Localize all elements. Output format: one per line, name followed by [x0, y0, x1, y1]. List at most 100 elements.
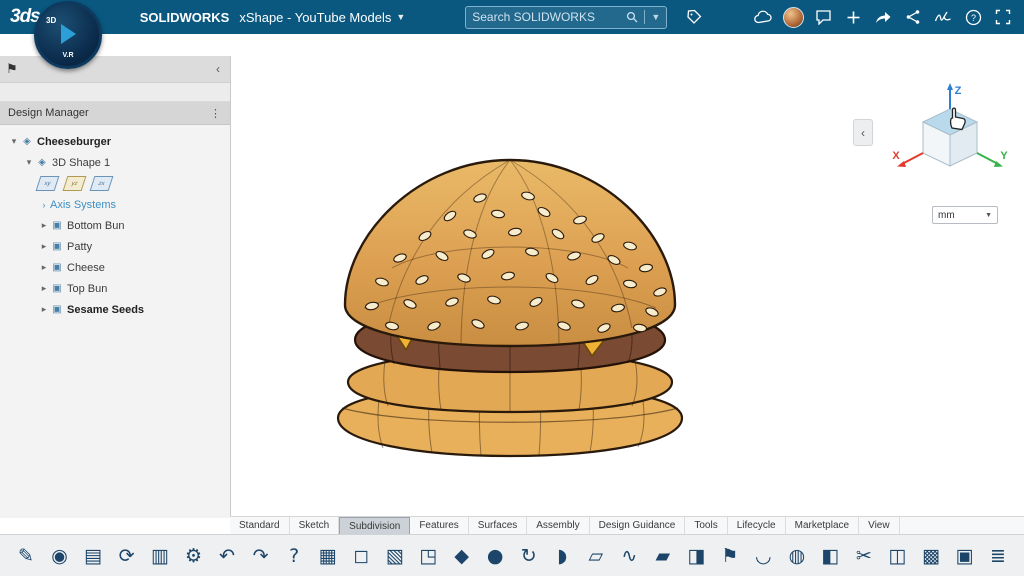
tree-item-3d-shape-1[interactable]: ▾◈3D Shape 1 — [0, 152, 230, 173]
add-icon[interactable] — [838, 0, 868, 34]
box-icon[interactable]: ◻ — [347, 542, 375, 570]
avatar[interactable] — [778, 0, 808, 34]
ribbon-tabs: StandardSketchSubdivisionFeaturesSurface… — [230, 516, 1024, 535]
tab-sketch[interactable]: Sketch — [290, 517, 340, 534]
expander-icon[interactable]: ▸ — [38, 241, 50, 252]
help-icon[interactable]: ? — [958, 0, 988, 34]
bend-icon[interactable]: ◡ — [749, 542, 777, 570]
redo-icon[interactable]: ↷ — [247, 542, 275, 570]
search-icon — [626, 11, 638, 23]
sketch-icon[interactable]: ✎ — [12, 542, 40, 570]
trim-icon[interactable]: ✂ — [850, 542, 878, 570]
play-badge[interactable]: 3D V.R — [34, 1, 102, 69]
tab-subdivision[interactable]: Subdivision — [339, 517, 410, 534]
tab-marketplace[interactable]: Marketplace — [786, 517, 859, 534]
mesh-icon[interactable]: ▧ — [381, 542, 409, 570]
save-icon[interactable]: ▤ — [79, 542, 107, 570]
orbit-icon[interactable]: ◉ — [46, 542, 74, 570]
loop-icon[interactable]: ↻ — [515, 542, 543, 570]
pan-left-button[interactable]: ‹ — [853, 119, 873, 146]
axis-y-label: Y — [1000, 150, 1008, 162]
tree-item-top-bun[interactable]: ▸▣Top Bun — [0, 278, 230, 299]
signature-icon[interactable] — [928, 0, 958, 34]
tree-item-label: Top Bun — [67, 283, 107, 295]
tree-item-sesame-seeds[interactable]: ▸▣Sesame Seeds — [0, 299, 230, 320]
table-icon[interactable]: ▦ — [314, 542, 342, 570]
cloud-icon[interactable] — [748, 0, 778, 34]
face-icon[interactable]: ◨ — [682, 542, 710, 570]
expander-icon[interactable]: ▸ — [38, 283, 50, 294]
help-icon[interactable]: ? — [280, 542, 308, 570]
search-placeholder: Search SOLIDWORKS — [472, 10, 620, 24]
panel-top-strip: ⚑ ‹ — [0, 56, 230, 83]
tab-standard[interactable]: Standard — [230, 517, 290, 534]
chevron-down-icon: ▼ — [396, 12, 405, 22]
plane-icon-zx[interactable]: zx — [90, 176, 114, 191]
app-menu[interactable]: xShape - YouTube Models ▼ — [239, 10, 405, 25]
tab-tools[interactable]: Tools — [685, 517, 727, 534]
body-icon: ▣ — [50, 241, 64, 252]
lattice-icon[interactable]: ▩ — [917, 542, 945, 570]
tab-lifecycle[interactable]: Lifecycle — [728, 517, 786, 534]
cheeseburger-model[interactable] — [330, 150, 690, 462]
top-bar: 3ds SOLIDWORKS xShape - YouTube Models ▼… — [0, 0, 1024, 34]
expander-icon[interactable]: › — [38, 200, 50, 210]
chat-icon[interactable] — [808, 0, 838, 34]
settings-icon[interactable]: ⚙ — [180, 542, 208, 570]
tree-item-label: Cheeseburger — [37, 136, 111, 148]
tree-item-cheese[interactable]: ▸▣Cheese — [0, 257, 230, 278]
kebab-menu-icon[interactable]: ⋮ — [210, 107, 222, 120]
split-icon[interactable]: ◧ — [816, 542, 844, 570]
tree-item-planes[interactable]: xyyzzx — [0, 173, 230, 194]
flag-icon[interactable]: ⚑ — [716, 542, 744, 570]
vertex-icon[interactable]: ◆ — [448, 542, 476, 570]
axis-z-label: Z — [955, 85, 962, 97]
panel-collapse-icon[interactable]: ‹ — [212, 62, 224, 76]
tab-view[interactable]: View — [859, 517, 900, 534]
sync-icon[interactable]: ⟳ — [113, 542, 141, 570]
combine-icon[interactable]: ◫ — [883, 542, 911, 570]
plane-icon-yz[interactable]: yz — [63, 176, 87, 191]
wireframe-sphere-icon[interactable]: ◍ — [783, 542, 811, 570]
undo-icon[interactable]: ↶ — [213, 542, 241, 570]
panel-title: Design Manager — [8, 107, 89, 119]
sphere-icon[interactable]: ● — [481, 542, 509, 570]
fullscreen-icon[interactable] — [988, 0, 1018, 34]
share-nodes-icon[interactable] — [898, 0, 928, 34]
expander-icon[interactable]: ▾ — [23, 157, 35, 168]
tab-assembly[interactable]: Assembly — [527, 517, 589, 534]
search-dropdown-icon[interactable]: ▼ — [651, 12, 660, 22]
tab-features[interactable]: Features — [410, 517, 468, 534]
plane-icon-xy[interactable]: xy — [36, 176, 60, 191]
play-icon — [61, 24, 76, 44]
units-dropdown[interactable]: mm ▼ — [932, 206, 998, 224]
tree-item-label: 3D Shape 1 — [52, 157, 110, 169]
revolve-icon[interactable]: ◗ — [548, 542, 576, 570]
bookmark-icon[interactable]: ⚑ — [6, 61, 18, 77]
sweep-icon[interactable]: ∿ — [615, 542, 643, 570]
panel-title-row: Design Manager ⋮ — [0, 102, 230, 125]
topbar-right-icons: ? — [748, 0, 1018, 34]
select-frame-icon[interactable]: ◳ — [414, 542, 442, 570]
tree-item-cheeseburger[interactable]: ▾◈Cheeseburger — [0, 131, 230, 152]
prism-icon[interactable]: ▱ — [582, 542, 610, 570]
stack-icon[interactable]: ≣ — [984, 542, 1012, 570]
tree-item-patty[interactable]: ▸▣Patty — [0, 236, 230, 257]
brand-title: SOLIDWORKS — [140, 10, 230, 25]
search-input[interactable]: Search SOLIDWORKS ▼ — [465, 6, 667, 29]
tree-item-bottom-bun[interactable]: ▸▣Bottom Bun — [0, 215, 230, 236]
tag-icon[interactable] — [679, 0, 709, 34]
view-cube[interactable]: Z X Y — [890, 80, 1010, 195]
tree-item-axis-systems[interactable]: ›Axis Systems — [0, 194, 230, 215]
hand-cursor — [951, 108, 966, 129]
share-icon[interactable] — [868, 0, 898, 34]
cells-icon[interactable]: ▣ — [950, 542, 978, 570]
sheets-icon[interactable]: ▥ — [146, 542, 174, 570]
extrude-icon[interactable]: ▰ — [649, 542, 677, 570]
expander-icon[interactable]: ▾ — [8, 136, 20, 147]
tab-surfaces[interactable]: Surfaces — [469, 517, 527, 534]
expander-icon[interactable]: ▸ — [38, 304, 50, 315]
tab-design-guidance[interactable]: Design Guidance — [590, 517, 686, 534]
expander-icon[interactable]: ▸ — [38, 220, 50, 231]
expander-icon[interactable]: ▸ — [38, 262, 50, 273]
